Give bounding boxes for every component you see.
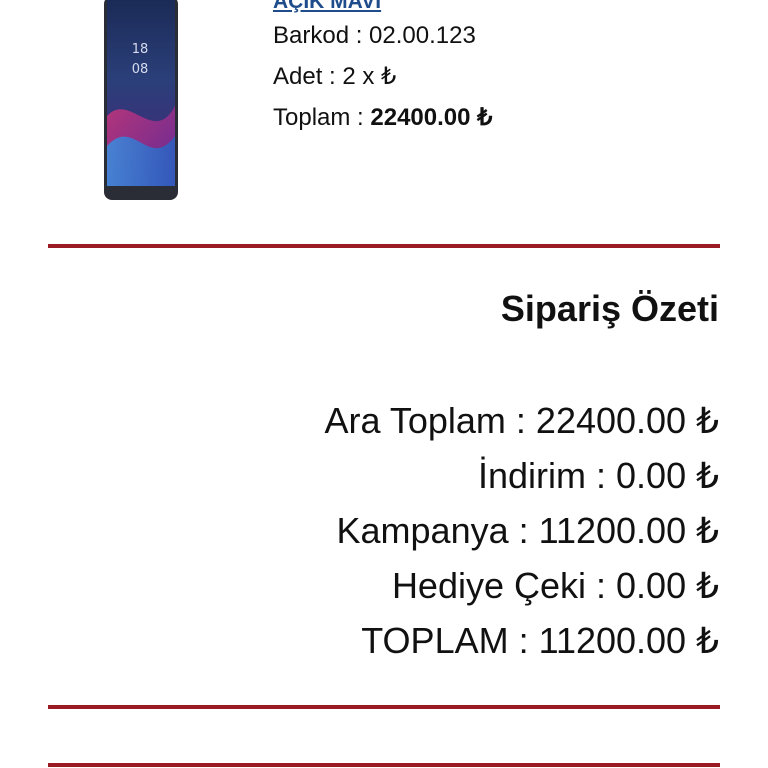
summary-campaign: Kampanya : 11200.00 ₺ (336, 510, 720, 551)
summary-discount: İndirim : 0.00 ₺ (478, 455, 719, 496)
product-total: Toplam : 22400.00 ₺ (273, 103, 492, 133)
product-total-value: 22400.00 ₺ (370, 104, 493, 131)
summary-title: Sipariş Özeti (500, 288, 719, 329)
summary-gift-voucher: Hediye Çeki : 0.00 ₺ (391, 565, 719, 606)
section-divider-top (48, 244, 720, 248)
product-total-label: Toplam : (273, 104, 371, 131)
phone-clock-minute: 08 (132, 62, 149, 77)
section-divider-bottom (48, 763, 720, 767)
phone-clock-hour: 18 (132, 42, 149, 57)
product-name-link[interactable]: AÇIK MAVİ (273, 0, 381, 14)
summary-grand-total: TOPLAM : 11200.00 ₺ (361, 620, 719, 661)
product-barcode: Barkod : 02.00.123 (273, 22, 476, 49)
product-quantity: Adet : 2 x ₺ (273, 63, 397, 90)
product-image[interactable]: 18 08 (104, 0, 178, 200)
section-divider-middle (48, 705, 720, 709)
summary-subtotal: Ara Toplam : 22400.00 ₺ (324, 400, 720, 441)
